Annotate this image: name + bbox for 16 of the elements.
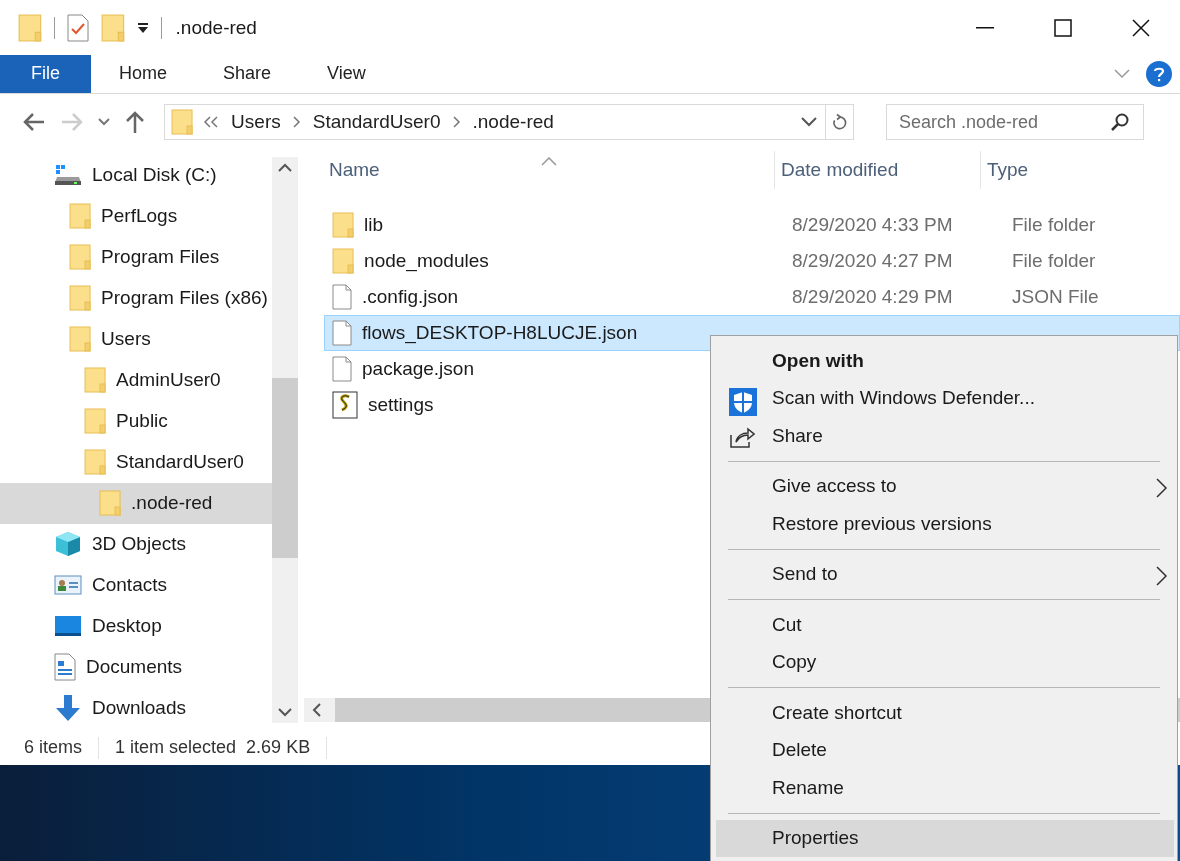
selection-info: 1 item selected	[115, 737, 237, 759]
date-cell-text: 8/29/2020 4:27 PM	[791, 249, 954, 272]
file-name: settings	[368, 393, 434, 416]
date-cell-text: 8/29/2020 4:33 PM	[791, 213, 954, 236]
date-cell-text: 8/29/2020 4:29 PM	[791, 285, 954, 308]
file-name: package.json	[362, 357, 474, 380]
type-cell-text: JSON File	[1011, 285, 1100, 308]
file-name: node_modules	[364, 249, 489, 272]
file-name: .config.json	[362, 285, 459, 308]
selection-size: 2.69 KB	[246, 737, 311, 759]
type-cell-text: File folder	[1011, 213, 1097, 236]
window-title: .node-red	[175, 16, 257, 39]
type-cell-text: File folder	[1011, 249, 1097, 272]
item-count: 6 items	[24, 737, 83, 759]
file-name: lib	[364, 213, 384, 236]
file-name: flows_DESKTOP-H8LUCJE.json	[362, 321, 638, 344]
